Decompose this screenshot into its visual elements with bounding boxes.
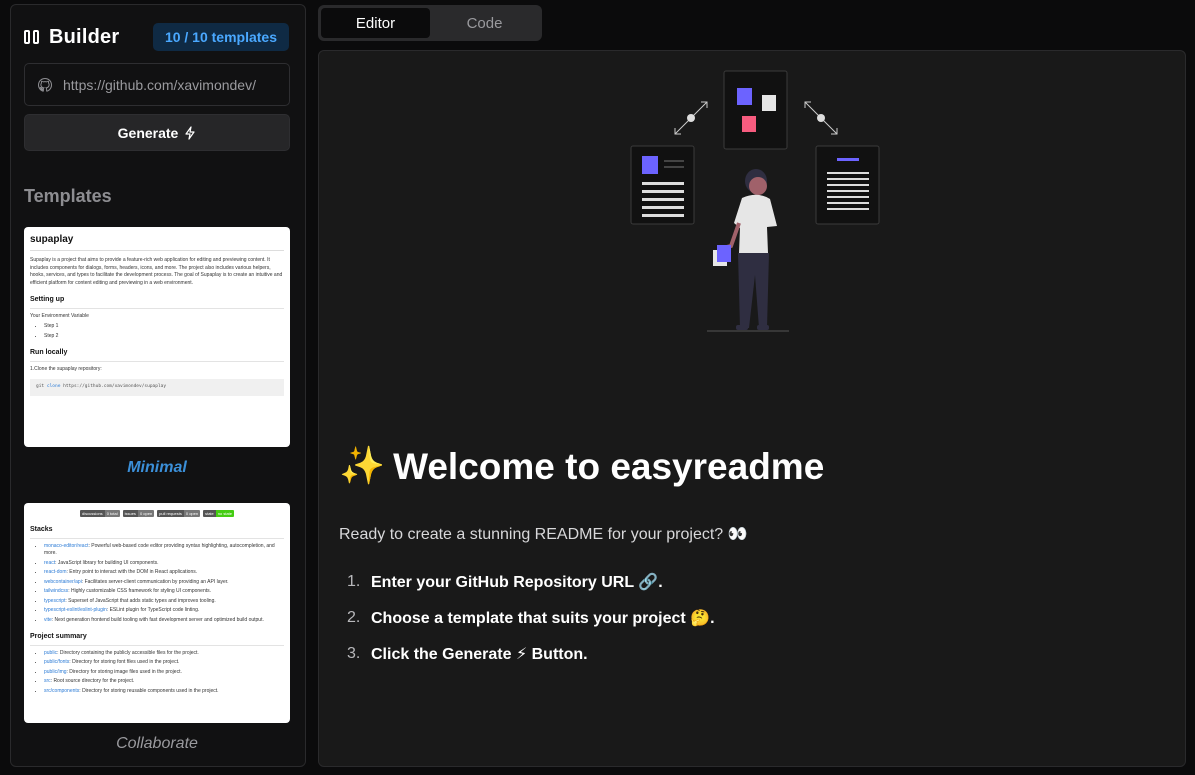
repo-url-input[interactable] (63, 76, 273, 93)
shield-badge: state no state (203, 510, 234, 517)
preview-list-item: tailwindcss: Highly customizable CSS fra… (44, 588, 284, 596)
shield-badge: pull requests 0 open (157, 510, 201, 517)
template-count-badge: 10 / 10 templates (152, 23, 289, 51)
preview-list-item: Step 1 (44, 323, 284, 331)
sidebar-header: Builder 10 / 10 templates (24, 22, 289, 52)
welcome-title: Welcome to easyreadme (393, 445, 825, 487)
badge-row: discussions 0 total issues 0 open pull req… (30, 510, 284, 517)
step-text: Click the Generate ⚡ Button. (371, 646, 588, 663)
preview-list-item: react-dom: Entry point to interact with … (44, 569, 284, 577)
preview-list-item: monaco-editor/react: Powerful web-based … (44, 543, 284, 558)
view-tabs: Editor Code (318, 5, 542, 41)
preview-text: 1.Clone the supaplay repository: (30, 365, 102, 372)
tab-editor[interactable]: Editor (321, 8, 430, 38)
welcome-heading: ✨ Welcome to easyreadme (339, 445, 824, 488)
template-preview: supaplay Supaplay is a project that aims… (24, 227, 290, 401)
preview-list-item: src/components: Directory for storing re… (44, 688, 284, 696)
preview-list-item: public: Directory containing the publicl… (44, 650, 284, 658)
tab-code[interactable]: Code (430, 8, 539, 38)
preview-list-item: public/img: Directory for storing image … (44, 669, 284, 677)
preview-title: supaplay (30, 232, 284, 251)
shield-badge: discussions 0 total (80, 510, 120, 517)
columns-icon (24, 29, 40, 45)
template-label-minimal[interactable]: Minimal (24, 459, 290, 477)
template-label-collaborate[interactable]: Collaborate (24, 735, 290, 753)
code-token: clone (46, 384, 61, 389)
code-token: git (36, 384, 45, 389)
preview-list-item: webcontainer/api: Facilitates server-cli… (44, 579, 284, 587)
templates-heading: Templates (24, 186, 112, 206)
list-item: 2. Choose a template that suits your proj… (339, 600, 715, 636)
preview-list-item: public/fonts: Directory for storing font… (44, 659, 284, 667)
preview-list-item: src: Root source directory for the proje… (44, 678, 284, 686)
list-item: 1. Enter your GitHub Repository URL 🔗. (339, 564, 715, 600)
step-number: 1. (347, 573, 361, 590)
step-text: Enter your GitHub Repository URL 🔗. (371, 574, 663, 591)
preview-list-item: typescript-eslint/eslint-plugin: ESLint … (44, 607, 284, 615)
brand: Builder (24, 26, 119, 49)
generate-button[interactable]: Generate (24, 114, 290, 151)
template-preview: discussions 0 total issues 0 open pull req… (24, 503, 290, 703)
editor-panel: ✨ Welcome to easyreadme Ready to create … (318, 50, 1186, 767)
template-card-collaborate[interactable]: discussions 0 total issues 0 open pull req… (24, 503, 290, 723)
github-icon (38, 77, 53, 92)
step-number: 2. (347, 609, 361, 626)
intro-text: Ready to create a stunning README for yo… (339, 526, 748, 543)
list-item: 3. Click the Generate ⚡ Button. (339, 636, 715, 672)
preview-heading: Setting up (30, 295, 284, 309)
repo-url-field[interactable] (24, 63, 290, 106)
preview-list-item: typescript: Superset of JavaScript that … (44, 598, 284, 606)
code-token: https://github.com/xavimondev/supaplay (63, 384, 167, 389)
sparkles-icon: ✨ (339, 445, 386, 486)
sidebar: Builder 10 / 10 templates Generate Templ… (10, 4, 306, 767)
preview-list-item: Step 2 (44, 333, 284, 341)
preview-code-block: git clone https://github.com/xavimondev/… (30, 379, 284, 396)
steps-list: 1. Enter your GitHub Repository URL 🔗. 2.… (339, 564, 715, 672)
generate-label: Generate (117, 124, 179, 141)
preview-list-item: react: JavaScript library for building U… (44, 560, 284, 568)
preview-intro: Supaplay is a project that aims to provi… (30, 257, 283, 286)
preview-list-item: vite: Next generation frontend build too… (44, 617, 284, 625)
template-card-minimal[interactable]: supaplay Supaplay is a project that aims… (24, 227, 290, 447)
preview-heading: Run locally (30, 348, 284, 362)
step-number: 3. (347, 645, 361, 662)
preview-heading: Project summary (30, 632, 284, 646)
preview-text: Your Environment Variable (30, 312, 89, 319)
app-title: Builder (49, 25, 120, 48)
step-text: Choose a template that suits your projec… (371, 610, 715, 627)
lightning-icon (185, 125, 195, 140)
preview-heading: Stacks (30, 525, 284, 539)
hero-illustration (630, 70, 880, 332)
shield-badge: issues 0 open (122, 510, 155, 517)
